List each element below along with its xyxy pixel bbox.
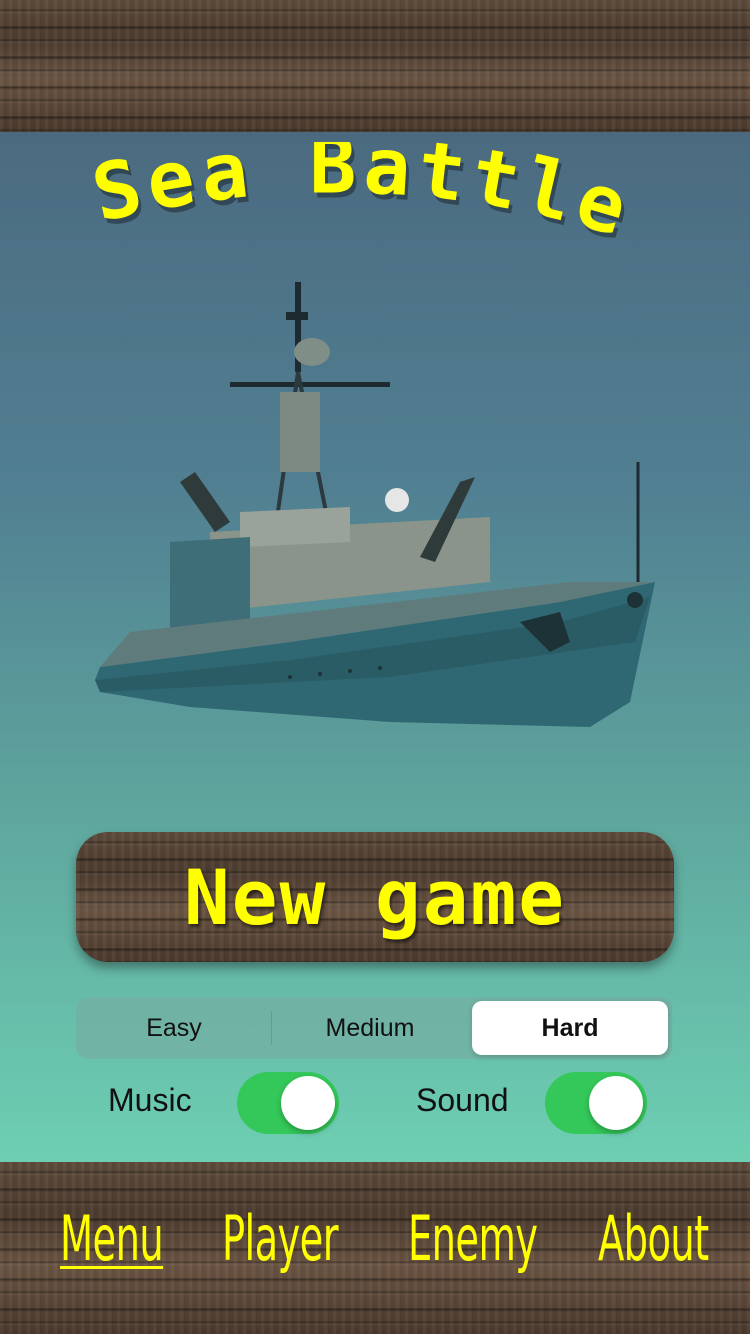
top-wood-banner bbox=[0, 0, 750, 132]
tab-enemy[interactable]: Enemy bbox=[408, 1202, 538, 1275]
sound-label: Sound bbox=[416, 1082, 509, 1118]
title-svg: Sea Battle Sea Battle bbox=[84, 142, 639, 261]
main-screen: Sea Battle Sea Battle New game Easy Medi… bbox=[0, 132, 750, 1162]
tab-about[interactable]: About bbox=[598, 1202, 709, 1275]
page-title: Sea Battle Sea Battle bbox=[0, 142, 750, 262]
music-toggle[interactable] bbox=[237, 1072, 339, 1134]
warship-image bbox=[90, 282, 670, 742]
tab-menu[interactable]: Menu bbox=[60, 1202, 164, 1275]
difficulty-option-easy[interactable]: Easy bbox=[76, 997, 272, 1059]
sound-toggle-knob bbox=[589, 1076, 643, 1130]
new-game-button[interactable]: New game bbox=[76, 832, 674, 962]
tab-player[interactable]: Player bbox=[222, 1202, 339, 1275]
difficulty-option-hard[interactable]: Hard bbox=[472, 1001, 668, 1055]
new-game-label: New game bbox=[183, 852, 567, 942]
tab-bar: Menu Player Enemy About bbox=[0, 1162, 750, 1334]
sound-toggle[interactable] bbox=[545, 1072, 647, 1134]
difficulty-option-medium[interactable]: Medium bbox=[272, 997, 468, 1059]
music-label: Music bbox=[108, 1082, 192, 1118]
difficulty-segmented-control[interactable]: Easy Medium Hard bbox=[76, 997, 672, 1059]
music-toggle-knob bbox=[281, 1076, 335, 1130]
